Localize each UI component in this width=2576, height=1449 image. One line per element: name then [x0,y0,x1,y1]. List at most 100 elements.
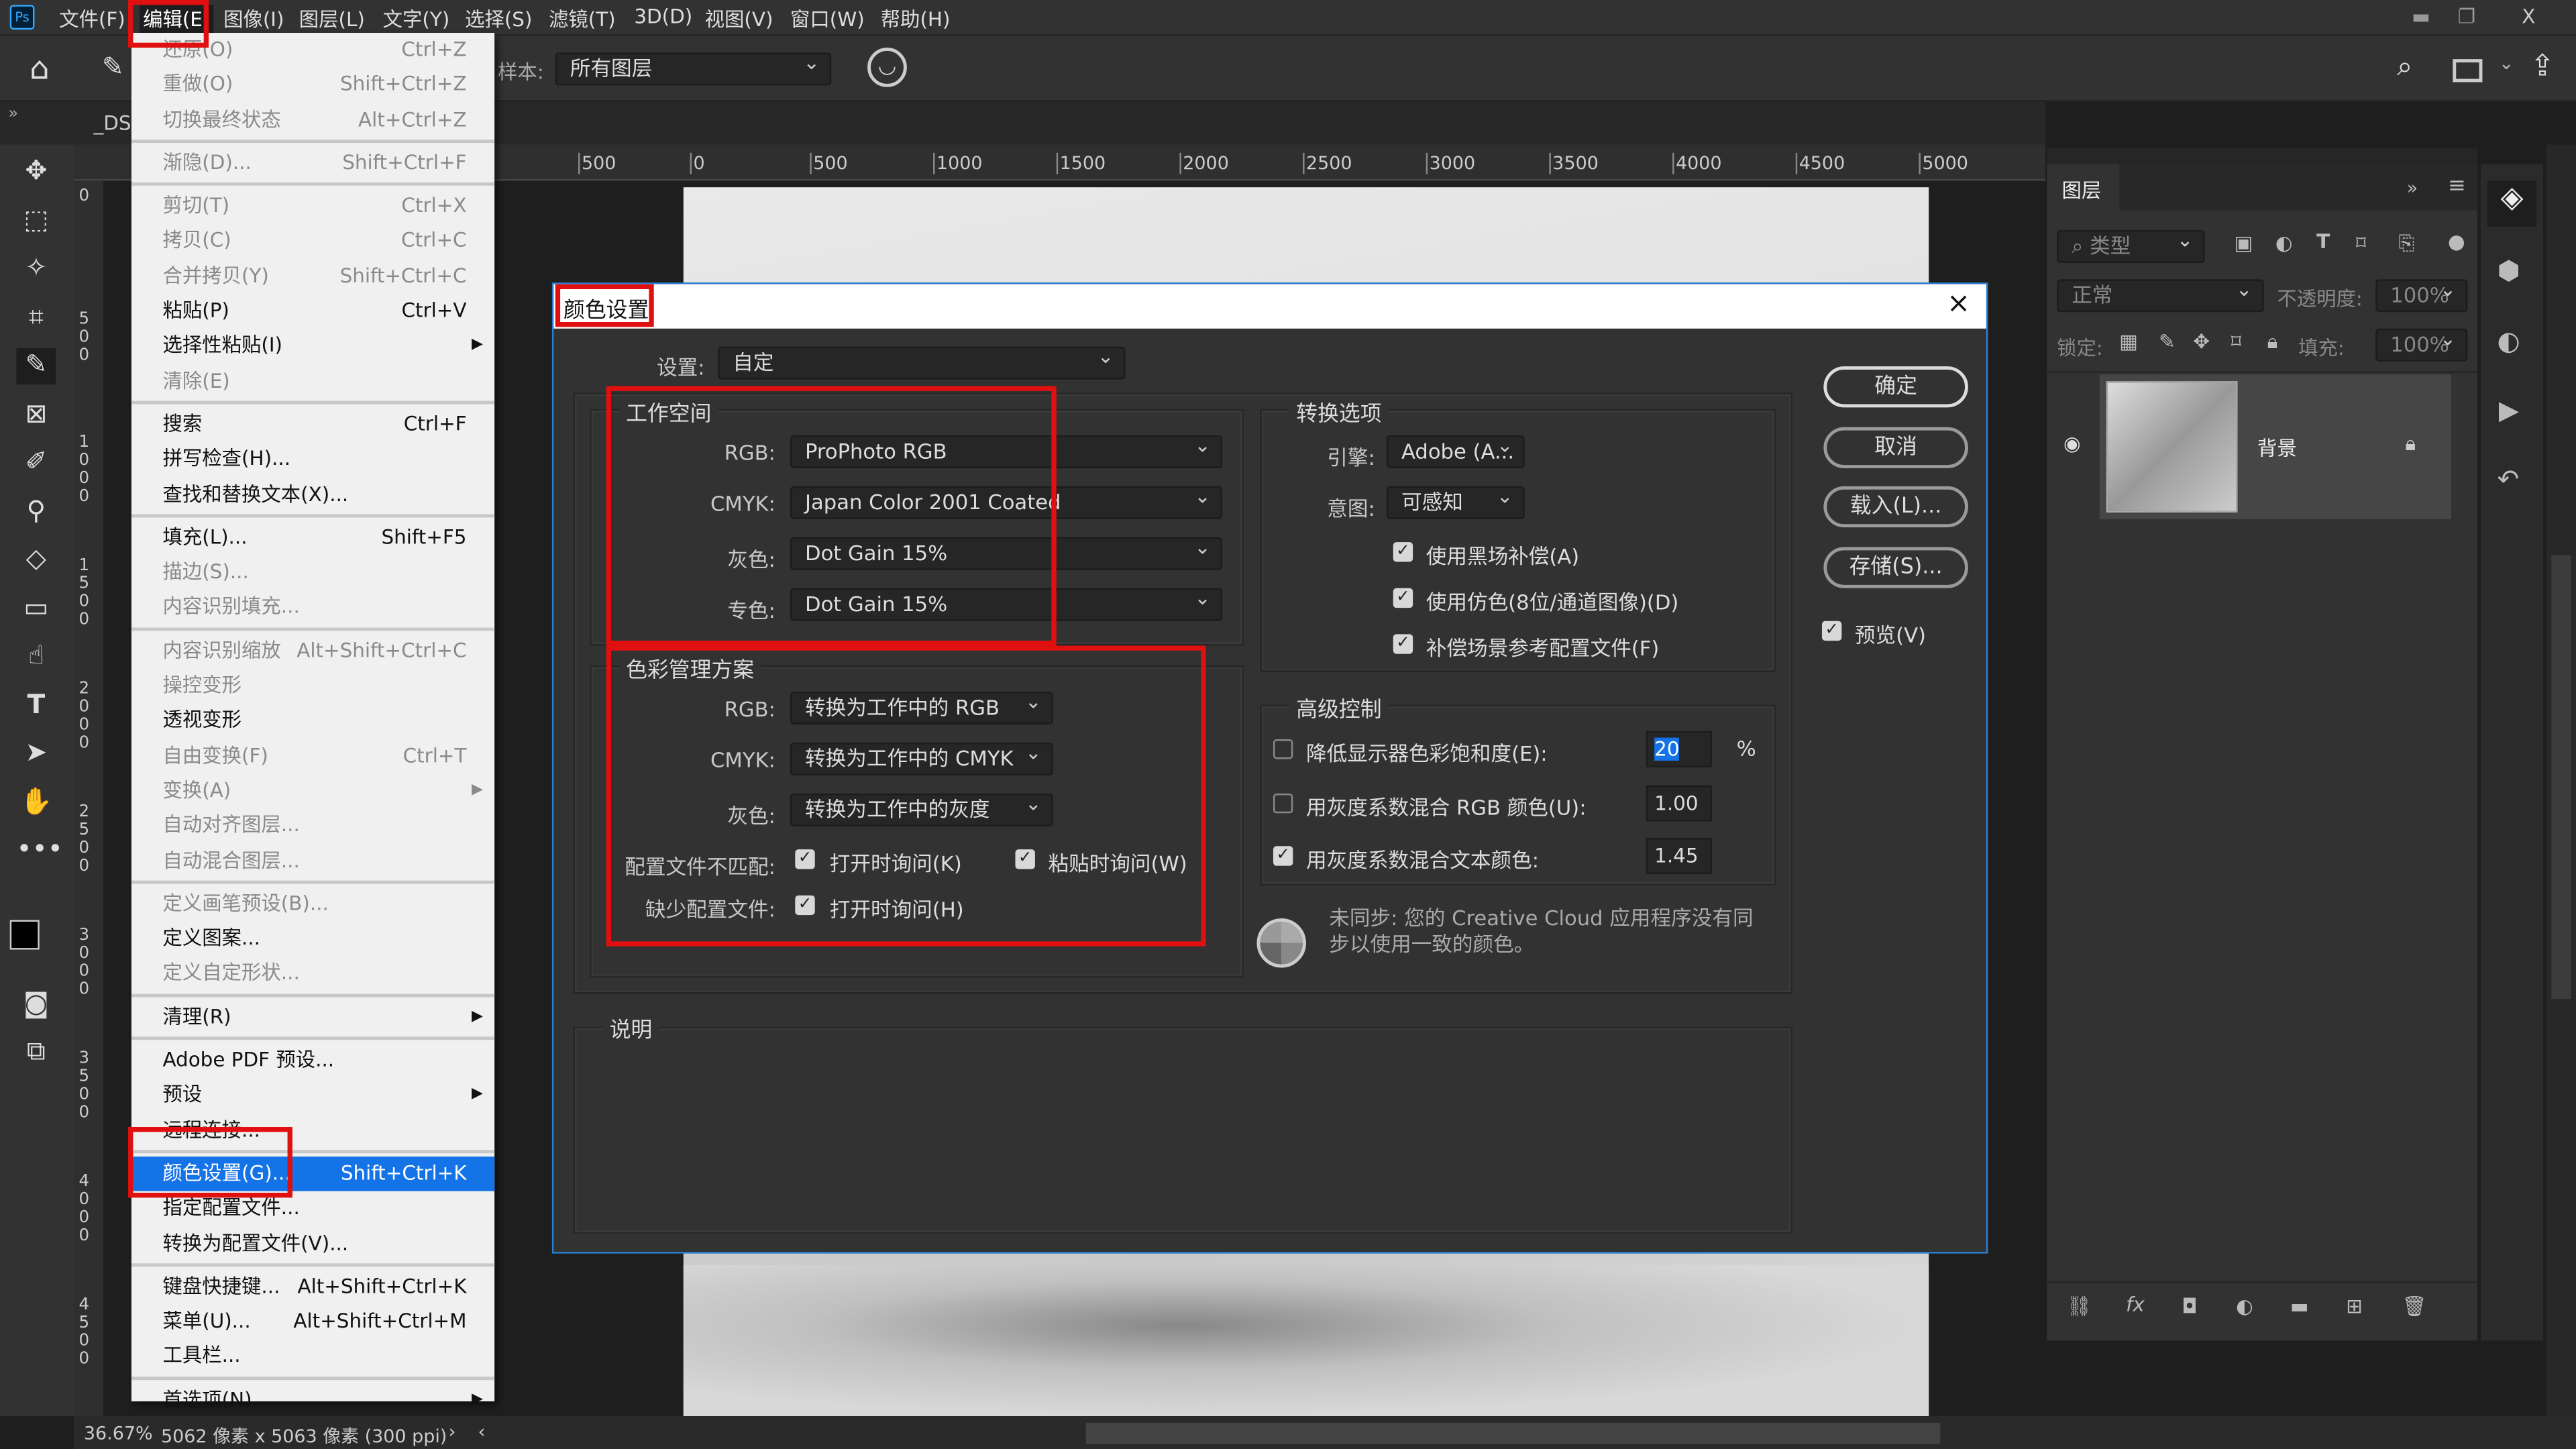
foreground-color-swatch[interactable] [9,920,40,950]
menu-window[interactable]: 窗口(W) [790,5,865,33]
chevron-down-icon[interactable]: ⌄ [2499,52,2514,74]
load-button[interactable]: 载入(L)... [1823,486,1968,528]
layer-row-background[interactable]: 背景 🔒︎ [2099,374,2451,519]
sample-select[interactable]: 所有图层 [555,48,832,86]
lock-transparent-icon[interactable]: ▦ [2119,330,2138,353]
smart-object-filter-icon[interactable]: ⎘ [2399,231,2415,256]
black-point-checkbox[interactable]: ✓ [1393,542,1413,562]
menu-item[interactable]: 重做(O) Shift+Ctrl+Z [131,68,494,103]
menu-item[interactable]: 粘贴(P) Ctrl+V [131,294,494,329]
menu-file[interactable]: 文件(F) [59,5,125,33]
missing-open-checkbox[interactable]: ✓ [795,895,815,916]
panel-menu-icon[interactable]: ≡ [2448,174,2466,199]
eyedropper-icon[interactable]: ✎ [102,51,124,83]
menu-item[interactable]: 首选项(N) ▶ [131,1383,494,1417]
new-layer-icon[interactable]: ⊞ [2346,1295,2363,1318]
menu-item[interactable]: 转换为配置文件(V)... [131,1226,494,1261]
blend-rgb-input[interactable]: 1.00 [1646,785,1712,822]
desaturate-checkbox[interactable] [1273,739,1293,759]
smudge-tool-icon[interactable]: ☝ [16,639,56,676]
menu-item[interactable]: 预设 ▶ [131,1078,494,1113]
more-tools-icon[interactable]: ••• [16,833,62,869]
scene-referred-checkbox[interactable]: ✓ [1393,634,1413,654]
menu-item[interactable]: 远程连接... [131,1113,494,1148]
mismatch-paste-checkbox[interactable]: ✓ [1015,849,1035,869]
menu-view[interactable]: 视图(V) [705,5,773,33]
blend-mode-select[interactable]: 正常 [2057,274,2264,313]
menu-item[interactable]: 定义自定形状... [131,957,494,991]
menu-item[interactable]: 填充(L)... Shift+F5 [131,521,494,555]
clone-stamp-icon[interactable]: ⚲ [16,494,56,531]
dither-checkbox[interactable]: ✓ [1393,588,1413,608]
lock-paint-icon[interactable]: ✎ [2159,330,2176,353]
actions-play-icon[interactable]: ▶ [2499,394,2519,426]
magic-wand-icon[interactable]: ✧ [16,252,56,288]
menu-item[interactable]: 定义画笔预设(B)... [131,887,494,922]
menu-item[interactable]: Adobe PDF 预设... [131,1043,494,1078]
menu-select[interactable]: 选择(S) [465,5,532,33]
frame-tool-icon[interactable]: ⊠ [16,398,56,434]
quick-mask-icon[interactable]: ◙ [16,987,56,1024]
share-icon[interactable]: ⇪ [2530,49,2555,83]
menu-item[interactable]: 自动混合图层... [131,844,494,879]
hand-tool-icon[interactable]: ✋ [16,786,56,822]
delete-layer-icon[interactable]: 🗑︎ [2402,1295,2426,1318]
marquee-tool-icon[interactable]: ⬚ [16,204,56,240]
close-window-button[interactable]: X [2522,5,2535,28]
policy-rgb-select[interactable]: 转换为工作中的 RGB [790,687,1053,725]
eraser-tool-icon[interactable]: ◇ [16,542,56,578]
restore-button[interactable]: ❐ [2458,5,2475,28]
type-tool-icon[interactable]: T [16,688,56,724]
layers-panel-icon[interactable]: ◈ [2487,180,2537,227]
menu-item[interactable]: 变换(A) ▶ [131,773,494,808]
filter-toggle-icon[interactable]: ● [2448,230,2465,253]
menu-item[interactable]: 搜索 Ctrl+F [131,407,494,442]
add-mask-icon[interactable]: ◘ [2182,1295,2197,1318]
history-panel-icon[interactable]: ↶ [2497,464,2519,495]
menu-item[interactable]: 清理(R) ▶ [131,1000,494,1035]
ok-button[interactable]: 确定 [1823,366,1968,408]
menu-item[interactable]: 内容识别缩放 Alt+Shift+Ctrl+C [131,634,494,669]
menu-3d[interactable]: 3D(D) [634,5,692,28]
menu-item[interactable]: 选择性粘贴(I) ▶ [131,329,494,364]
menu-item[interactable]: 内容识别填充... [131,590,494,625]
menu-help[interactable]: 帮助(H) [881,5,951,33]
scroll-left-arrow[interactable]: ‹ [478,1421,486,1442]
gradient-tool-icon[interactable]: ▭ [16,592,56,628]
menu-type[interactable]: 文字(Y) [383,5,450,33]
policy-gray-select[interactable]: 转换为工作中的灰度 [790,789,1053,826]
menu-item[interactable]: 指定配置文件... [131,1191,494,1226]
3d-panel-icon[interactable]: ⬢ [2497,255,2520,286]
adjustment-filter-icon[interactable]: ◐ [2275,231,2293,254]
ws-gray-select[interactable]: Dot Gain 15% [790,532,1223,570]
menu-item[interactable]: 剪切(T) Ctrl+X [131,189,494,224]
opacity-input[interactable]: 100% [2375,274,2468,313]
horizontal-scrollbar-thumb[interactable] [1085,1422,1941,1444]
path-select-icon[interactable]: ➤ [16,736,56,772]
settings-select[interactable]: 自定 [718,341,1126,380]
intent-select[interactable]: 可感知 [1386,482,1525,519]
blend-text-checkbox[interactable]: ✓ [1273,846,1293,866]
group-folder-icon[interactable]: ▬ [2290,1295,2309,1318]
menu-item[interactable]: 操控变形 [131,669,494,704]
workspace-icon[interactable] [2453,59,2483,83]
menu-item[interactable]: 拼写检查(H)... [131,442,494,477]
cancel-button[interactable]: 取消 [1823,427,1968,468]
menu-edit[interactable]: 编辑(E) [140,5,214,33]
home-icon[interactable]: ⌂ [30,51,50,87]
menu-item[interactable]: 切换最终状态 Alt+Ctrl+Z [131,103,494,138]
ws-cmyk-select[interactable]: Japan Color 2001 Coated [790,482,1223,519]
pixel-filter-icon[interactable]: ▣ [2235,231,2253,254]
menu-item[interactable]: 渐隐(D)... Shift+Ctrl+F [131,146,494,181]
menu-item[interactable]: 工具栏... [131,1340,494,1375]
adjustment-layer-icon[interactable]: ◐ [2236,1295,2253,1318]
lock-artboard-icon[interactable]: ⌑ [2231,330,2241,353]
desaturate-input[interactable]: 20 [1646,731,1712,767]
search-icon[interactable]: ⌕ [2397,51,2412,84]
engine-select[interactable]: Adobe (A... [1386,431,1525,468]
screen-mode-icon[interactable]: ⧉ [16,1035,56,1071]
mismatch-open-checkbox[interactable]: ✓ [795,849,815,869]
vertical-scrollbar[interactable] [2546,144,2576,1417]
menu-item[interactable]: 菜单(U)... Alt+Shift+Ctrl+M [131,1305,494,1340]
layer-filter-select[interactable]: ⌕ 类型 [2057,225,2205,263]
